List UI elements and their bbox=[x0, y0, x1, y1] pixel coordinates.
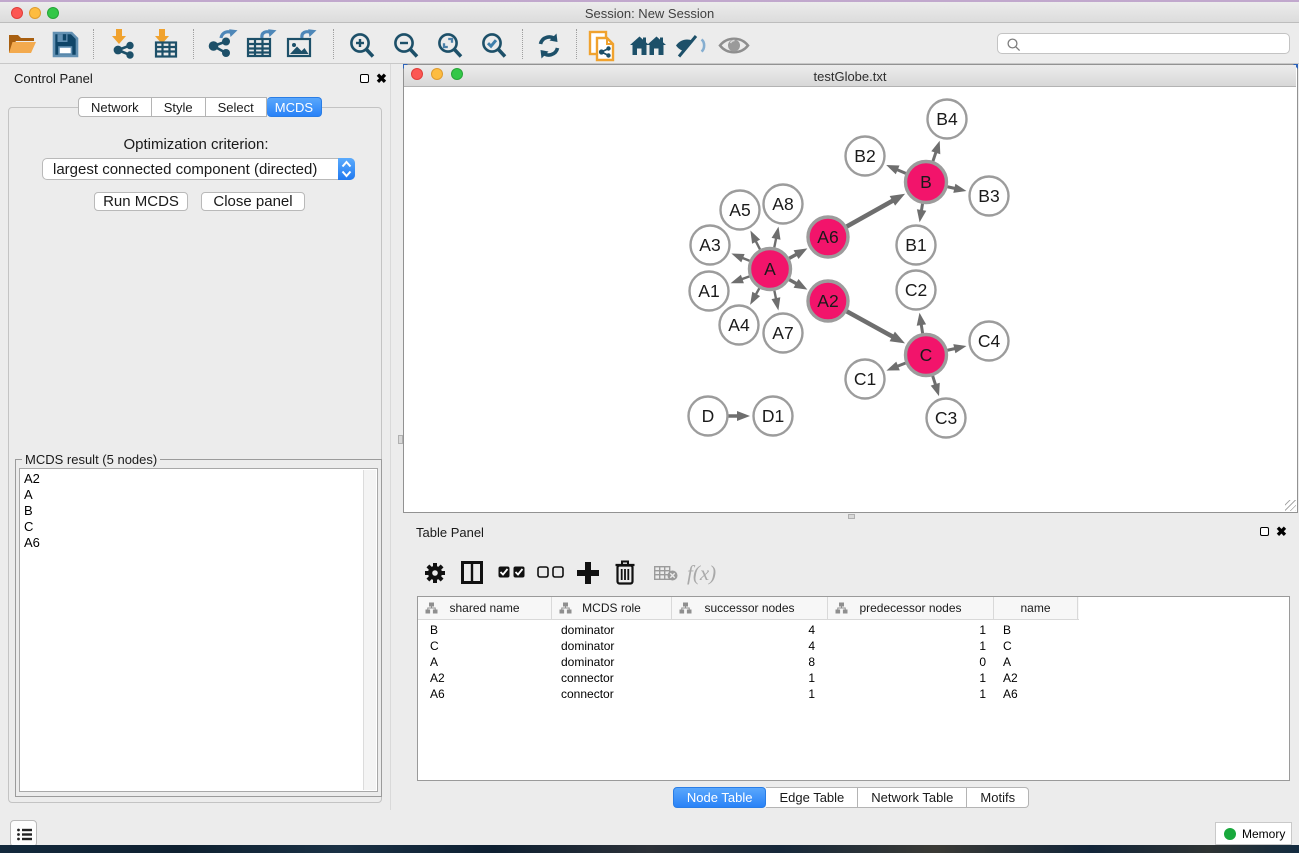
svg-text:A4: A4 bbox=[728, 315, 750, 335]
svg-text:B1: B1 bbox=[905, 235, 926, 255]
svg-text:A8: A8 bbox=[772, 194, 793, 214]
svg-text:A5: A5 bbox=[729, 200, 750, 220]
svg-text:D: D bbox=[702, 406, 715, 426]
svg-text:B: B bbox=[920, 172, 932, 192]
svg-text:C1: C1 bbox=[854, 369, 876, 389]
svg-text:A3: A3 bbox=[699, 235, 720, 255]
svg-text:A7: A7 bbox=[772, 323, 793, 343]
svg-text:A1: A1 bbox=[698, 281, 719, 301]
svg-text:C2: C2 bbox=[905, 280, 927, 300]
svg-text:C3: C3 bbox=[935, 408, 957, 428]
svg-text:C: C bbox=[920, 345, 933, 365]
svg-text:A2: A2 bbox=[817, 291, 838, 311]
svg-text:B3: B3 bbox=[978, 186, 999, 206]
svg-text:B2: B2 bbox=[854, 146, 875, 166]
svg-text:B4: B4 bbox=[936, 109, 958, 129]
svg-text:A6: A6 bbox=[817, 227, 838, 247]
svg-text:C4: C4 bbox=[978, 331, 1001, 351]
svg-text:D1: D1 bbox=[762, 406, 784, 426]
svg-text:A: A bbox=[764, 259, 776, 279]
